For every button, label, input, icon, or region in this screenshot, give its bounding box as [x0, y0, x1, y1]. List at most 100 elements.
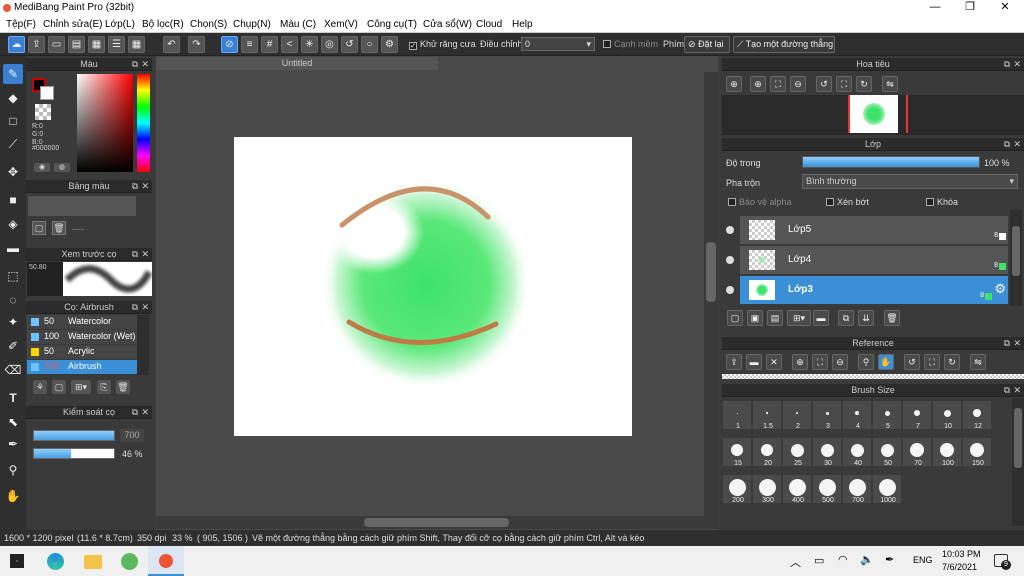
fit-window-icon[interactable]: ⛶	[836, 76, 852, 92]
circle-snap-icon[interactable]: ◎	[321, 36, 338, 53]
comment-icon[interactable]: ▤	[68, 36, 85, 53]
select-pen-icon[interactable]: ✐	[3, 336, 23, 356]
straight-line-button[interactable]: ⟋ Tạo một đường thẳng	[733, 36, 835, 53]
close-icon[interactable]: ✕	[141, 58, 149, 70]
fit-icon[interactable]: ⛶	[812, 354, 828, 370]
close-icon[interactable]: ✕	[1013, 337, 1021, 349]
menu-layer[interactable]: Lớp(L)	[105, 19, 135, 30]
close-button[interactable]: ✕	[988, 0, 1022, 16]
menu-file[interactable]: Tệp(F)	[6, 19, 36, 30]
brush-opacity-slider[interactable]	[33, 448, 115, 459]
menu-edit[interactable]: Chỉnh sửa(E)	[43, 19, 103, 30]
fit-window-icon[interactable]: ⛶	[924, 354, 940, 370]
brush-size-option[interactable]: 2	[782, 400, 812, 430]
menu-window[interactable]: Cửa sổ(W)	[423, 19, 472, 30]
move-tool-icon[interactable]: ✥	[3, 162, 23, 182]
battery-icon[interactable]: ▭	[814, 554, 824, 567]
medibang-taskbar-item[interactable]	[148, 546, 184, 576]
scroll-thumb[interactable]	[1014, 408, 1022, 468]
volume-icon[interactable]: 🔈	[860, 553, 874, 566]
lock-checkbox[interactable]: Khóa	[926, 197, 958, 207]
menu-select[interactable]: Chọn(S)	[190, 19, 227, 30]
scroll-thumb[interactable]	[364, 518, 509, 527]
snap-off-icon[interactable]: ⊘	[221, 36, 238, 53]
new-layer-icon[interactable]: ▢	[727, 310, 743, 326]
snap-settings-icon[interactable]: ⚙	[381, 36, 398, 53]
brush-item[interactable]: 50 Acrylic	[27, 345, 149, 359]
page-icon[interactable]: ▦	[88, 36, 105, 53]
undock-icon[interactable]: ⧉	[132, 248, 138, 260]
brush-list-scrollbar[interactable]	[137, 315, 149, 375]
scroll-thumb[interactable]	[706, 242, 716, 302]
color-mode-icon[interactable]: ◉	[34, 163, 50, 172]
brush-size-option[interactable]: 150	[962, 437, 992, 467]
brush-size-option[interactable]: 3	[812, 400, 842, 430]
layer-opacity-slider[interactable]	[802, 156, 980, 168]
rotate-right-icon[interactable]: ↻	[856, 76, 872, 92]
new-8bit-layer-icon[interactable]: ▤	[767, 310, 783, 326]
merge-layer-icon[interactable]: ⇊	[858, 310, 874, 326]
parallel-snap-icon[interactable]: ≡	[241, 36, 258, 53]
clock-date[interactable]: 7/6/2021	[942, 562, 977, 572]
brush-size-option[interactable]: 20	[752, 437, 782, 467]
color-wheel-icon[interactable]: ◍	[54, 163, 70, 172]
add-layer-menu-icon[interactable]: ⊞▾	[787, 310, 811, 326]
language-indicator[interactable]: ENG	[913, 555, 933, 565]
canvas-tab[interactable]: Untitled	[156, 57, 438, 70]
file-explorer-icon[interactable]	[84, 555, 102, 569]
brush-settings-icon[interactable]: ⚘	[33, 380, 47, 394]
close-icon[interactable]: ✕	[141, 301, 149, 313]
fill-rect-icon[interactable]: ■	[3, 190, 23, 210]
chevron-up-icon[interactable]: ︿	[790, 554, 801, 570]
horizontal-scrollbar[interactable]	[156, 516, 718, 529]
layer-row[interactable]: Lớp5 8	[740, 216, 1008, 244]
flip-icon[interactable]: ⇋	[970, 354, 986, 370]
saturation-value-picker[interactable]	[77, 74, 133, 172]
brush-size-option[interactable]: 70	[902, 437, 932, 467]
menu-tools[interactable]: Công cụ(T)	[367, 19, 417, 30]
maximize-button[interactable]: ❐	[953, 0, 987, 16]
curve-snap-icon[interactable]: ↺	[341, 36, 358, 53]
flip-icon[interactable]: ⇋	[882, 76, 898, 92]
rotate-right-icon[interactable]: ↻	[944, 354, 960, 370]
reset-button[interactable]: ⊘ Đặt lại	[684, 36, 730, 53]
visibility-icon[interactable]	[726, 286, 734, 294]
brush-size-option[interactable]: 10	[932, 400, 962, 430]
hand-icon[interactable]: ✋	[878, 354, 894, 370]
clock-time[interactable]: 10:03 PM	[942, 549, 981, 559]
brush-size-slider[interactable]	[33, 430, 115, 441]
delete-brush-icon[interactable]: 🗑	[116, 380, 130, 394]
brush-size-option[interactable]: 500	[812, 474, 842, 504]
undock-icon[interactable]: ⧉	[132, 301, 138, 313]
duplicate-layer-icon[interactable]: ⧉	[838, 310, 854, 326]
brush-size-option[interactable]: 100	[932, 437, 962, 467]
new-palette-icon[interactable]: ▢	[32, 221, 46, 235]
notification-icon[interactable]: 9	[994, 554, 1011, 570]
delete-layer-icon[interactable]: 🗑	[884, 310, 900, 326]
zoom-in-icon[interactable]: ⊕	[792, 354, 808, 370]
eyedropper-icon[interactable]: ⚲	[858, 354, 874, 370]
magic-wand-icon[interactable]: ✦	[3, 312, 23, 332]
brush-size-option[interactable]: 30	[812, 437, 842, 467]
upload-icon[interactable]: ⇪	[726, 354, 742, 370]
ellipse-snap-icon[interactable]: ○	[361, 36, 378, 53]
undock-icon[interactable]: ⧉	[1004, 384, 1010, 396]
brush-size-option[interactable]: 5	[872, 400, 902, 430]
eraser-tool-icon[interactable]: ◆	[3, 88, 23, 108]
brush-size-option[interactable]: 300	[752, 474, 782, 504]
zoom-in-icon[interactable]: ⊕	[750, 76, 766, 92]
background-color-swatch[interactable]	[40, 86, 54, 100]
layer-row-selected[interactable]: Lớp3 8 ⚙	[740, 276, 1008, 304]
rotate-left-icon[interactable]: ↺	[816, 76, 832, 92]
protect-alpha-checkbox[interactable]: Bảo vệ alpha	[728, 197, 792, 207]
radial-snap-icon[interactable]: ✳	[301, 36, 318, 53]
eyedropper-icon[interactable]: ⚲	[3, 460, 23, 480]
close-icon[interactable]: ✕	[1013, 58, 1021, 70]
lasso-tool-icon[interactable]: ◌	[3, 290, 23, 310]
menu-cloud[interactable]: Cloud	[476, 19, 502, 30]
brush-size-option[interactable]: 7	[902, 400, 932, 430]
antialias-checkbox[interactable]: ✓ Khử răng cưa	[409, 39, 476, 50]
folder-icon[interactable]: ▬	[813, 310, 829, 326]
upload-icon[interactable]: ⇪	[28, 36, 45, 53]
brush-size-option[interactable]: 25	[782, 437, 812, 467]
